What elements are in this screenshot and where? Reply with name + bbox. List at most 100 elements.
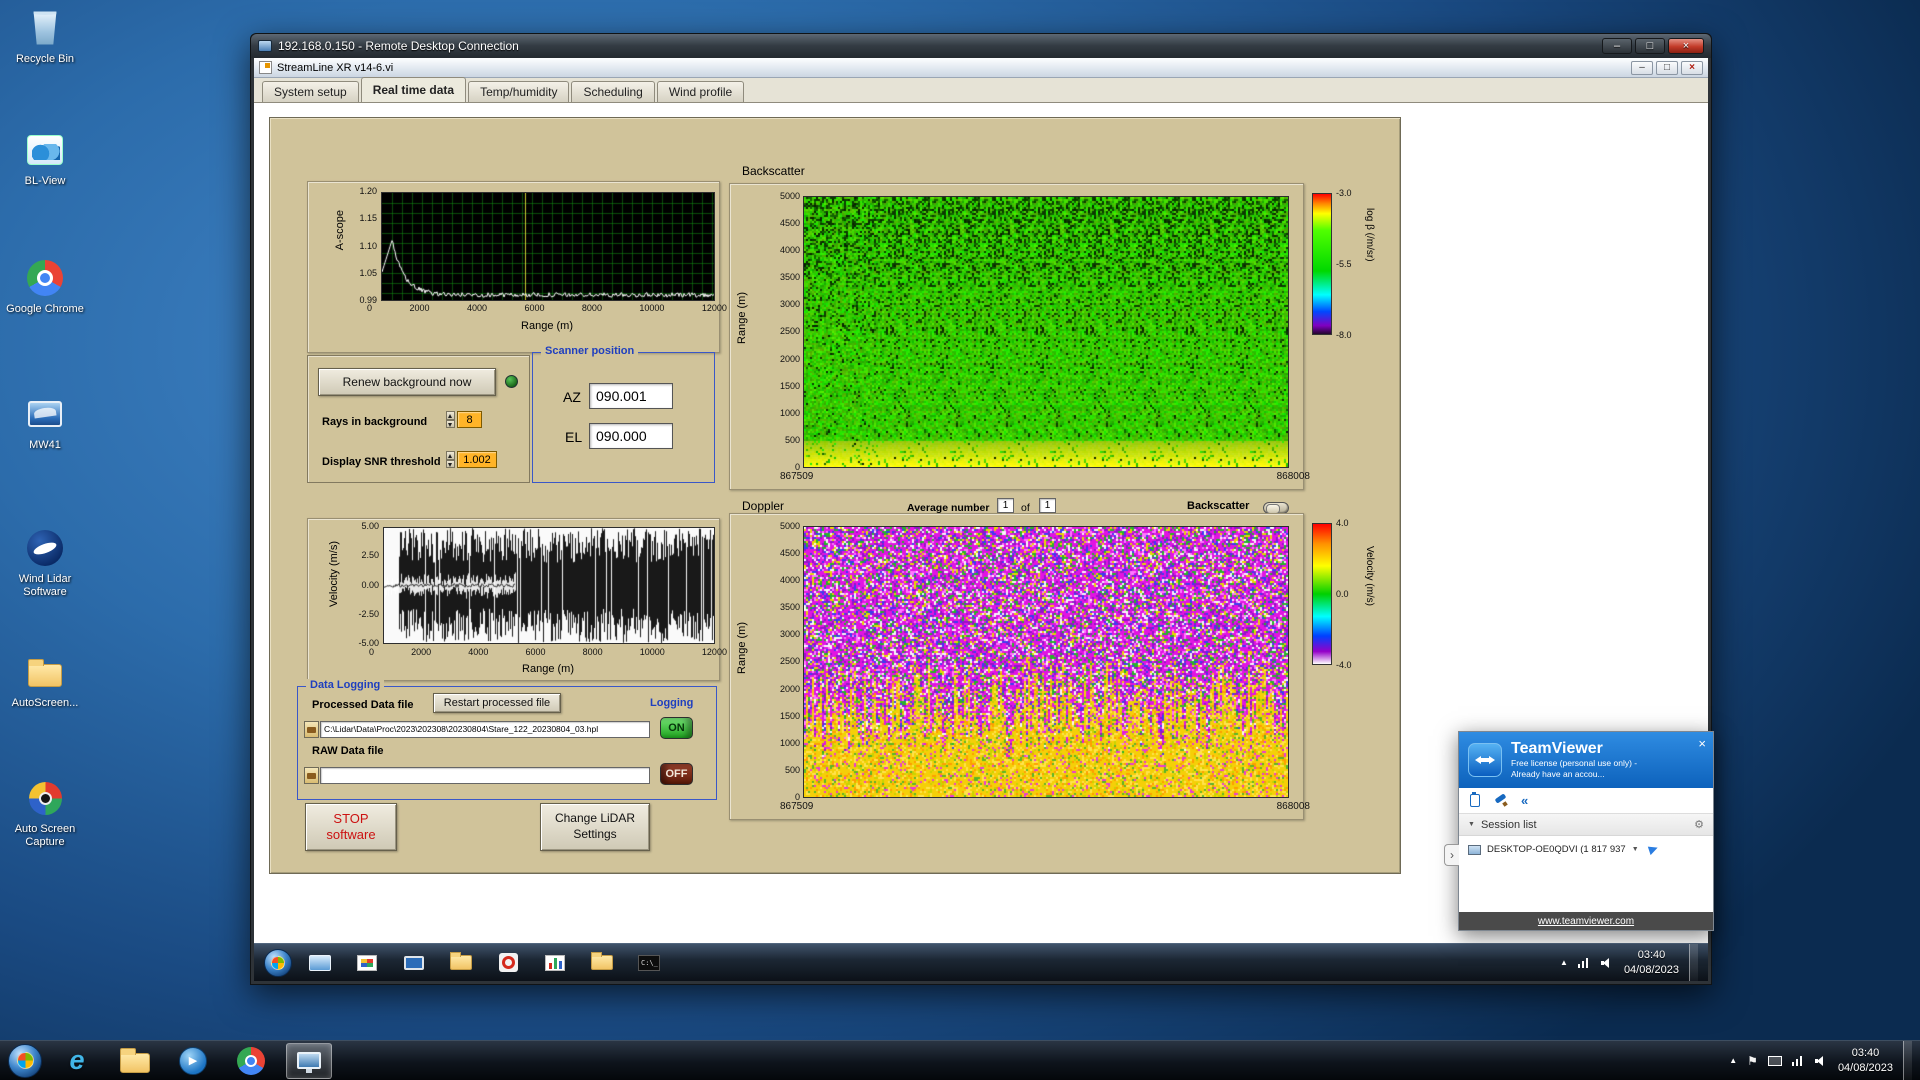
hidden-icons-button[interactable]: ▲: [1729, 1056, 1737, 1065]
velocity-x-axis-label: Range (m): [522, 663, 574, 675]
rdp-tray-icon[interactable]: [1767, 1055, 1782, 1066]
tick-label: 3500: [779, 602, 800, 613]
collapse-icon[interactable]: «: [1521, 793, 1528, 808]
tab-wind-profile[interactable]: Wind profile: [656, 81, 745, 102]
clipboard-icon[interactable]: [1470, 792, 1480, 807]
auto-screen-capture-icon: [22, 778, 68, 818]
rdp-maximize-button[interactable]: □: [1635, 38, 1665, 54]
tab-temp-humidity[interactable]: Temp/humidity: [468, 81, 570, 102]
folder-icon: [120, 1048, 150, 1073]
backscatter-colorbar-label: log β (/m/sr): [1364, 208, 1375, 262]
monitor-app-icon: [404, 955, 424, 970]
taskbar-internet-explorer[interactable]: e: [54, 1043, 100, 1079]
rdp-window-title: 192.168.0.150 - Remote Desktop Connectio…: [278, 39, 519, 53]
connect-cursor-icon[interactable]: [1647, 843, 1659, 856]
chevron-down-icon[interactable]: ▼: [1632, 846, 1639, 853]
raw-logging-toggle[interactable]: OFF: [660, 763, 693, 785]
tab-scheduling[interactable]: Scheduling: [571, 81, 655, 102]
show-desktop-button[interactable]: [1903, 1041, 1912, 1080]
desktop-icon-bl-view[interactable]: BL-View: [2, 130, 88, 188]
remote-taskbar-photo-app[interactable]: [348, 948, 386, 978]
remote-taskbar-chart-app[interactable]: [536, 948, 574, 978]
average-count-value[interactable]: 1: [1039, 498, 1056, 513]
remote-taskbar-folder2[interactable]: [583, 948, 621, 978]
average-number-value[interactable]: 1: [997, 498, 1014, 513]
processed-path-browse-icon[interactable]: [304, 721, 319, 738]
remote-taskbar-power-app[interactable]: [489, 948, 527, 978]
tick-label: 4500: [779, 218, 800, 229]
remote-clock[interactable]: 03:40 04/08/2023: [1624, 948, 1679, 977]
network-icon[interactable]: [1791, 1055, 1805, 1066]
rays-spinner[interactable]: [446, 411, 455, 428]
network-icon[interactable]: [1577, 957, 1591, 968]
taskbar-media-player[interactable]: ▶: [170, 1043, 216, 1079]
session-list-header[interactable]: ▼ Session list ⚙: [1459, 814, 1713, 836]
tick-label: -4.0: [1336, 660, 1352, 670]
decrement-icon[interactable]: [446, 459, 455, 468]
stop-software-button[interactable]: STOP software: [305, 803, 397, 851]
processed-data-file-path[interactable]: C:\Lidar\Data\Proc\2023\202308\20230804\…: [320, 721, 650, 738]
tab-system-setup[interactable]: System setup: [262, 81, 359, 102]
tick-label: -2.50: [358, 608, 379, 619]
volume-icon[interactable]: [1814, 1055, 1828, 1067]
session-list-item[interactable]: DESKTOP-OE0QDVI (1 817 937 ▼: [1459, 836, 1713, 863]
desktop-icon-auto-screen-capture[interactable]: Auto Screen Capture: [2, 778, 88, 849]
rdp-minimize-button[interactable]: –: [1602, 38, 1632, 54]
app-titlebar[interactable]: StreamLine XR v14-6.vi – □ ×: [254, 58, 1708, 78]
rdp-titlebar[interactable]: 192.168.0.150 - Remote Desktop Connectio…: [251, 34, 1711, 58]
remote-show-desktop-button[interactable]: [1689, 944, 1698, 981]
remote-taskbar-monitor-app[interactable]: [395, 948, 433, 978]
snr-spinner[interactable]: [446, 451, 455, 468]
restart-processed-file-button[interactable]: Restart processed file: [433, 693, 561, 713]
taskbar-remote-desktop-active[interactable]: [286, 1042, 332, 1079]
tick-label: 1500: [779, 710, 800, 721]
desktop-icon-mw41[interactable]: MW41: [2, 394, 88, 452]
clock[interactable]: 03:40 04/08/2023: [1838, 1046, 1893, 1075]
increment-icon[interactable]: [446, 411, 455, 420]
maximize-icon: □: [1663, 62, 1671, 73]
rdp-close-button[interactable]: ×: [1668, 38, 1704, 54]
display-snr-threshold-value[interactable]: 1.002: [457, 451, 497, 468]
volume-icon[interactable]: [1600, 957, 1614, 969]
remote-taskbar-cmd[interactable]: C:\_: [630, 948, 668, 978]
remote-start-button[interactable]: [264, 948, 292, 977]
taskbar-windows-explorer[interactable]: [112, 1043, 158, 1079]
el-value[interactable]: 090.000: [589, 423, 673, 449]
tab-real-time-data[interactable]: Real time data: [360, 77, 467, 102]
increment-icon[interactable]: [446, 451, 455, 460]
teamviewer-website-link[interactable]: www.teamviewer.com: [1459, 912, 1713, 930]
close-icon: ×: [1689, 62, 1695, 73]
brush-icon[interactable]: [1494, 794, 1507, 807]
hidden-icons-button[interactable]: ▲: [1560, 958, 1568, 967]
doppler-colorbar-label: Velocity (m/s): [1364, 546, 1375, 607]
desktop-icon-recycle-bin[interactable]: Recycle Bin: [2, 8, 88, 66]
processed-logging-toggle[interactable]: ON: [660, 717, 693, 739]
ascope-x-axis-label: Range (m): [521, 320, 573, 332]
taskbar-chrome[interactable]: [228, 1043, 274, 1079]
panel-expander[interactable]: ›: [1444, 844, 1459, 866]
remote-taskbar-explorer[interactable]: [301, 948, 339, 978]
change-button-line1: Change LiDAR: [554, 811, 636, 826]
app-close-button[interactable]: ×: [1681, 60, 1703, 75]
raw-data-file-path[interactable]: [320, 767, 650, 784]
renew-background-button[interactable]: Renew background now: [318, 368, 496, 396]
app-maximize-button[interactable]: □: [1656, 60, 1678, 75]
raw-path-browse-icon[interactable]: [304, 767, 319, 784]
chart-app-icon: [545, 954, 565, 971]
gear-icon[interactable]: ⚙: [1694, 818, 1704, 831]
desktop-icon-google-chrome[interactable]: Google Chrome: [2, 258, 88, 316]
remote-taskbar-folder-app[interactable]: [442, 948, 480, 978]
rays-in-background-value[interactable]: 8: [457, 411, 482, 428]
desktop-icon-wind-lidar[interactable]: Wind Lidar Software: [2, 528, 88, 599]
decrement-icon[interactable]: [446, 419, 455, 428]
az-value[interactable]: 090.001: [589, 383, 673, 409]
desktop-icon-autoscreen[interactable]: AutoScreen...: [2, 652, 88, 710]
tick-label: 2.50: [361, 550, 379, 561]
start-button[interactable]: [8, 1043, 42, 1078]
teamviewer-close-button[interactable]: ×: [1698, 736, 1706, 751]
desktop-icon-label: Recycle Bin: [15, 53, 75, 65]
change-lidar-settings-button[interactable]: Change LiDAR Settings: [540, 803, 650, 851]
action-center-flag-icon[interactable]: ⚑: [1747, 1054, 1758, 1068]
app-minimize-button[interactable]: –: [1631, 60, 1653, 75]
raw-data-file-label: RAW Data file: [312, 745, 384, 757]
